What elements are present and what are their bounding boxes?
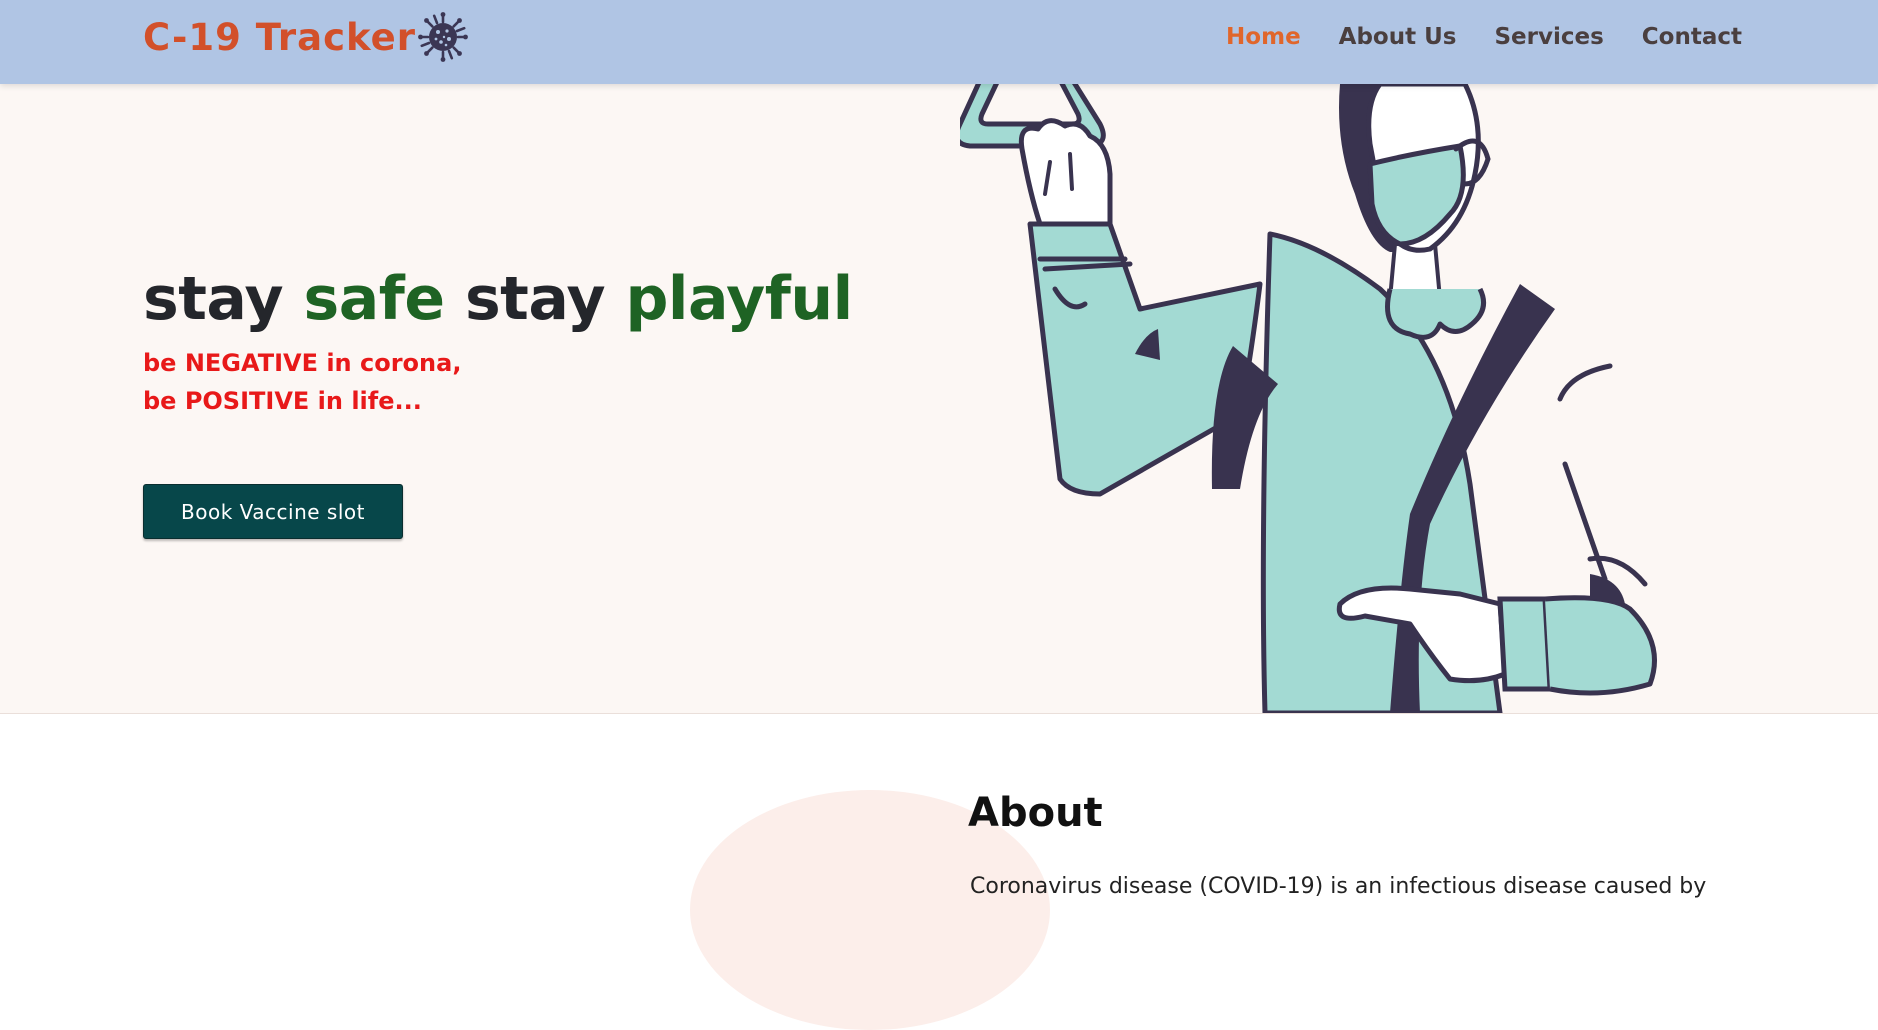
title-word-stay: stay [143,264,284,334]
nav-services[interactable]: Services [1494,24,1603,50]
tagline-positive: be POSITIVE in life... [143,387,422,415]
about-heading: About [968,790,1103,836]
hero-section: stay safe stay playful be NEGATIVE in co… [0,84,1878,713]
nav-home[interactable]: Home [1226,24,1301,50]
virus-icon [418,12,468,62]
hero-divider [0,713,1878,714]
title-word-playful: playful [625,264,853,334]
nav-contact[interactable]: Contact [1642,24,1742,50]
nav-about-us[interactable]: About Us [1339,24,1457,50]
tagline-negative: be NEGATIVE in corona, [143,349,462,377]
title-word-safe: safe [303,264,446,334]
brand-logo[interactable]: C-19 Tracker [143,12,468,62]
brand-name: C-19 Tracker [143,15,417,59]
hero-title: stay safe stay playful [143,264,853,334]
about-text: Coronavirus disease (COVID-19) is an inf… [970,874,1707,899]
title-word-stay-2: stay [464,264,606,334]
masked-woman-illustration [960,84,1657,713]
main-nav: Home About Us Services Contact [1226,24,1742,50]
book-vaccine-button[interactable]: Book Vaccine slot [143,484,403,539]
navbar: C-19 Tracker Home About Us Services Cont… [0,0,1878,84]
